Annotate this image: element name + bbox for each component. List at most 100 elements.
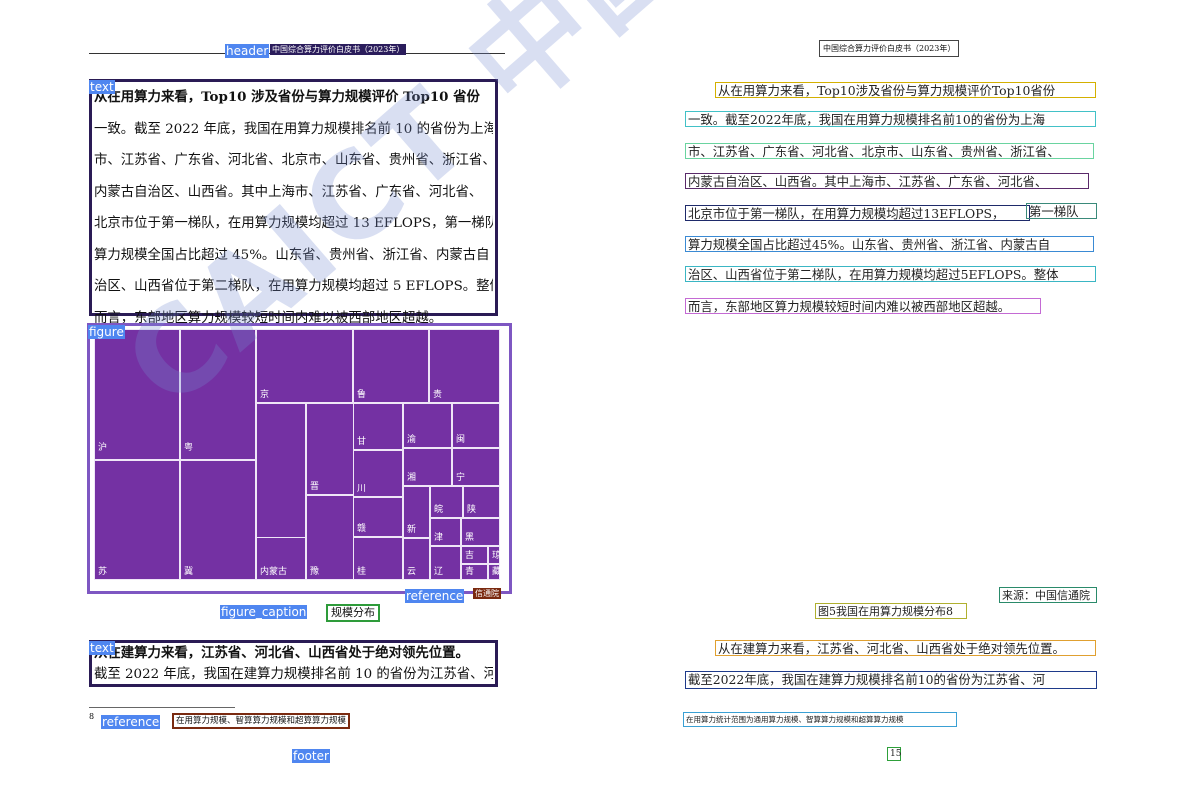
treemap-cell: 内蒙古 <box>256 537 306 580</box>
text-tag-2: text <box>89 641 115 655</box>
treemap-cell-label: 粤 <box>184 443 194 453</box>
treemap-cell-label: 皖 <box>434 505 444 515</box>
text-tag: text <box>89 80 115 94</box>
treemap-cell: 湘 <box>403 448 452 486</box>
treemap-cell-label: 青 <box>465 567 475 577</box>
left-para1-line: 一致。截至 2022 年底，我国在用算力规模排名前 10 的省份为上海 <box>94 121 493 137</box>
footer-tag: footer <box>292 749 330 763</box>
treemap-cell-label: 京 <box>260 390 270 400</box>
treemap-cell-label: 内蒙古 <box>260 567 288 577</box>
right-caption: 图5我国在用算力规模分布8 <box>815 603 967 619</box>
treemap-cell: 沪 <box>94 329 180 460</box>
treemap-cell-label: 琼 <box>492 551 502 561</box>
treemap-cell: 豫 <box>306 495 356 580</box>
right-line-3: 市、江苏省、广东省、河北省、北京市、山东省、贵州省、浙江省、 <box>685 143 1094 159</box>
treemap-cell: 藏 <box>488 564 502 580</box>
treemap-cell-label: 鲁 <box>357 390 367 400</box>
figure-caption-tag: figure_caption <box>220 605 308 619</box>
treemap-cell-label: 津 <box>434 533 444 543</box>
treemap-cell: 粤 <box>180 329 256 460</box>
right-para2-line-1: 从在建算力来看，江苏省、河北省、山西省处于绝对领先位置。 <box>715 640 1096 656</box>
left-paragraph-2: 从在建算力来看，江苏省、河北省、山西省处于绝对领先位置。 截至 2022 年底，… <box>89 640 498 687</box>
header-tag: header <box>225 44 270 58</box>
right-line-5b: 第一梯队 <box>1026 203 1097 219</box>
figure-caption-text: 规模分布 <box>326 604 380 622</box>
treemap-cell-label: 藏 <box>492 567 502 577</box>
right-para2-line-2: 截至2022年底，我国在建算力规模排名前10的省份为江苏省、河 <box>685 671 1097 689</box>
right-line-6: 算力规模全国占比超过45%。山东省、贵州省、浙江省、内蒙古自 <box>685 236 1094 252</box>
left-para1-line: 算力规模全国占比超过 45%。山东省、贵州省、浙江省、内蒙古自 <box>94 247 490 263</box>
treemap-cell-label: 宁 <box>456 473 466 483</box>
treemap-cell: 鲁 <box>353 329 429 403</box>
figure-tag: figure <box>88 325 125 339</box>
treemap-cell: 皖 <box>430 486 463 518</box>
treemap-cell: 新 <box>403 486 430 538</box>
treemap-cell: 苏 <box>94 460 180 580</box>
treemap-cell-label: 辽 <box>434 567 444 577</box>
treemap-cell-label: 川 <box>357 484 367 494</box>
right-page-number: 15 <box>887 747 901 761</box>
left-header-text: 中国综合算力评价白皮书（2023年） <box>270 44 407 55</box>
treemap-cell: 闽 <box>452 403 500 448</box>
right-header: 中国综合算力评价白皮书（2023年） <box>819 40 960 57</box>
treemap-cell: 贵 <box>429 329 500 403</box>
treemap-cell-label: 晋 <box>310 482 320 492</box>
right-source: 来源：中国信通院 <box>999 587 1097 603</box>
treemap-cell: 晋 <box>306 403 356 495</box>
left-para1-line: 市、江苏省、广东省、河北省、北京市、山东省、贵州省、浙江省、 <box>94 153 493 168</box>
treemap-cell-label: 渝 <box>407 435 417 445</box>
treemap-cell-label: 闽 <box>456 435 466 445</box>
right-line-4: 内蒙古自治区、山西省。其中上海市、江苏省、广东省、河北省、 <box>685 173 1089 189</box>
treemap-cell-label: 云 <box>407 567 417 577</box>
footnote-mark: 8 <box>89 712 95 721</box>
left-paragraph-1: 从在用算力来看，Top10 涉及省份与算力规模评价 Top10 省份 一致。截至… <box>89 79 498 326</box>
treemap-cell: 云 <box>403 538 430 580</box>
treemap-cell: 京 <box>256 329 353 403</box>
footnote-text: 在用算力规模、智算算力规模和超算算力规模 <box>172 713 351 729</box>
treemap-cell: 吉 <box>461 546 488 564</box>
right-line-8: 而言，东部地区算力规模较短时间内难以被西部地区超越。 <box>685 298 1041 314</box>
treemap-cell-label: 新 <box>407 525 417 535</box>
treemap-cell: 冀 <box>180 460 256 580</box>
treemap-cell: 川 <box>353 450 403 497</box>
treemap-cell-label: 黑 <box>465 533 475 543</box>
left-para1-line: 北京市位于第一梯队，在用算力规模均超过 13 EFLOPS，第一梯队 <box>94 216 493 231</box>
treemap-cell-label: 沪 <box>98 443 108 453</box>
left-para1-line: 内蒙古自治区、山西省。其中上海市、江苏省、广东省、河北省、 <box>94 184 483 200</box>
treemap-cell: 津 <box>430 518 461 546</box>
treemap-cell: 桂 <box>353 537 403 580</box>
treemap-cell-label: 贵 <box>433 390 443 400</box>
treemap-cell-label: 桂 <box>357 567 367 577</box>
treemap-cell: 渝 <box>403 403 452 448</box>
right-line-5: 北京市位于第一梯队，在用算力规模均超过13EFLOPS， <box>685 205 1030 221</box>
reference-tag: reference <box>405 589 465 603</box>
treemap-cell: 宁 <box>452 448 500 486</box>
treemap-cell-label: 湘 <box>407 473 417 483</box>
left-para2-line: 截至 2022 年底，我国在建算力规模排名前 10 的省份为江苏省、河 <box>94 667 493 682</box>
reference-text: 信通院 <box>473 588 501 599</box>
left-para1-line: 从在用算力来看，Top10 涉及省份与算力规模评价 Top10 省份 <box>94 89 480 105</box>
treemap-cell-label: 吉 <box>465 551 475 561</box>
treemap-cell-label: 陕 <box>467 505 477 515</box>
treemap-cell-label: 甘 <box>357 437 367 447</box>
right-footnote: 在用算力统计范围为通用算力规模、智算算力规模和超算算力规模 <box>683 712 957 727</box>
treemap-cell: 琼 <box>488 546 502 564</box>
treemap-cell: 陕 <box>463 486 500 518</box>
left-para2-line: 从在建算力来看，江苏省、河北省、山西省处于绝对领先位置。 <box>94 645 469 661</box>
treemap-cell-label: 豫 <box>310 567 320 577</box>
treemap-cell-label: 赣 <box>357 524 367 534</box>
treemap-cell-label: 苏 <box>98 567 108 577</box>
treemap-cell: 甘 <box>353 403 403 450</box>
treemap-cell-label: 冀 <box>184 567 194 577</box>
footnote-rule <box>89 707 235 708</box>
treemap-cell: 赣 <box>353 497 403 537</box>
treemap-cell: 黑 <box>461 518 500 546</box>
treemap-chart: 沪粤苏冀京浙内蒙古晋鲁贵豫川赣甘渝闽湘宁新桂云皖陕津黑辽吉青琼藏 <box>94 329 502 580</box>
right-line-2: 一致。截至2022年底，我国在用算力规模排名前10的省份为上海 <box>685 111 1096 127</box>
treemap-cell: 辽 <box>430 546 461 580</box>
left-para1-line: 治区、山西省位于第二梯队，在用算力规模均超过 5 EFLOPS。整体 <box>94 279 493 294</box>
treemap-cell: 青 <box>461 564 488 580</box>
right-line-7: 治区、山西省位于第二梯队，在用算力规模均超过5EFLOPS。整体 <box>685 266 1096 282</box>
right-line-1: 从在用算力来看，Top10涉及省份与算力规模评价Top10省份 <box>715 82 1096 98</box>
footnote-reference-tag: reference <box>101 715 161 729</box>
